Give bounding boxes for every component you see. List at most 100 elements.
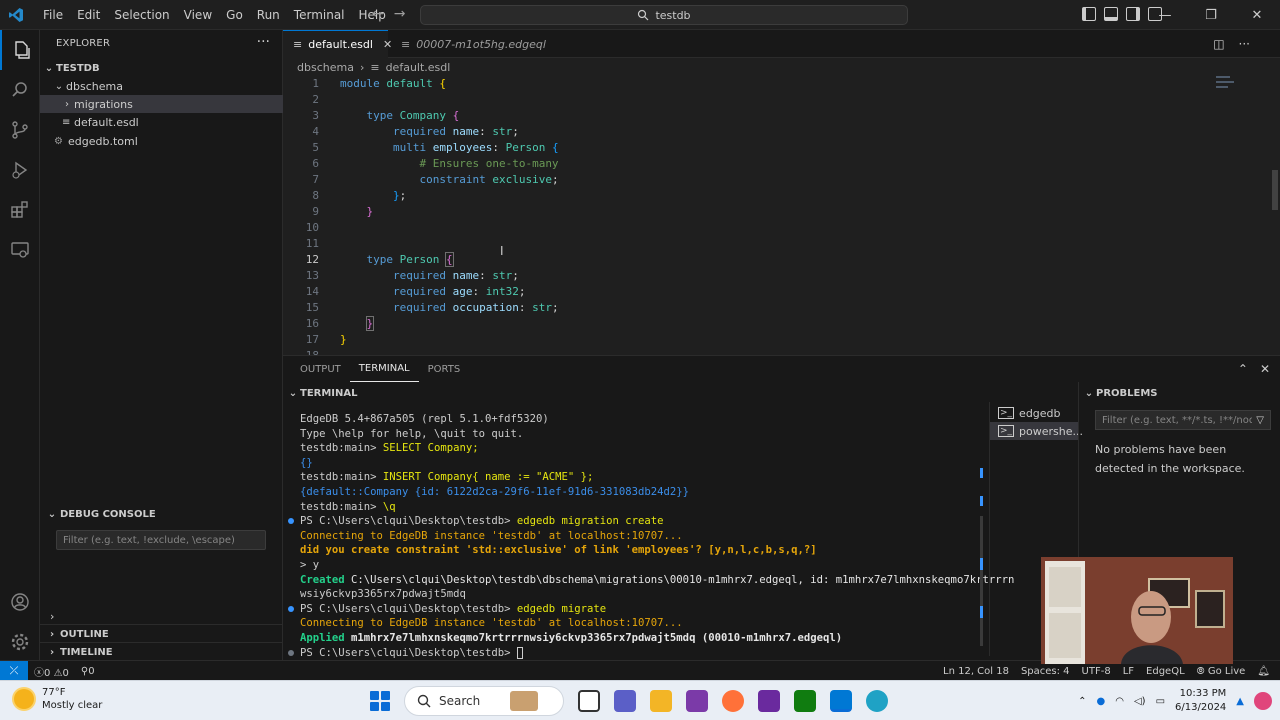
outline-header[interactable]: › OUTLINE bbox=[40, 624, 283, 644]
toggle-panel-icon[interactable] bbox=[1104, 7, 1118, 21]
timeline-header[interactable]: › TIMELINE bbox=[40, 642, 283, 662]
maximize-panel-icon[interactable]: ⌃ bbox=[1238, 362, 1248, 376]
debug-console-filter-input[interactable]: Filter (e.g. text, !exclude, \escape) bbox=[56, 530, 266, 550]
tree-item-label: dbschema bbox=[66, 79, 123, 93]
forward-arrow-icon[interactable]: → bbox=[394, 6, 406, 22]
language-mode[interactable]: EdgeQL bbox=[1146, 666, 1185, 677]
terminal-line: Connecting to EdgeDB instance 'testdb' a… bbox=[300, 529, 683, 542]
search-activity-icon[interactable] bbox=[0, 70, 40, 110]
close-window-icon[interactable]: ✕ bbox=[1234, 0, 1280, 30]
terminal-instance-label: powershe... bbox=[1019, 424, 1084, 438]
menu-file[interactable]: File bbox=[36, 8, 70, 22]
chevron-right-icon[interactable]: › bbox=[50, 610, 54, 623]
xbox-icon[interactable] bbox=[794, 690, 816, 712]
microphone-icon[interactable]: ● bbox=[1097, 696, 1106, 707]
end-of-line[interactable]: LF bbox=[1123, 666, 1134, 677]
tab-ports[interactable]: PORTS bbox=[419, 356, 470, 382]
explorer-title: EXPLORER bbox=[56, 38, 111, 49]
problems-filter-placeholder: Filter (e.g. text, **/*.ts, !**/nod... bbox=[1102, 414, 1252, 426]
remote-explorer-icon[interactable] bbox=[0, 230, 40, 270]
tree-item-default-esdl[interactable]: ≡ default.esdl bbox=[40, 113, 283, 131]
tray-chevron-up-icon[interactable]: ⌃ bbox=[1078, 696, 1086, 707]
notifications-bell-icon[interactable]: 🔔︎ bbox=[1257, 666, 1270, 677]
terminal-output[interactable]: EdgeDB 5.4+867a505 (repl 5.1.0+fdf5320) … bbox=[283, 404, 1014, 659]
task-view-icon[interactable] bbox=[578, 690, 600, 712]
text-cursor-icon: I bbox=[500, 244, 504, 258]
tree-item-migrations[interactable]: › migrations bbox=[40, 95, 283, 113]
remote-indicator-icon[interactable]: ⤫ bbox=[0, 661, 28, 681]
file-explorer-icon[interactable] bbox=[650, 690, 672, 712]
toggle-secondary-sidebar-icon[interactable] bbox=[1126, 7, 1140, 21]
tab-default-esdl[interactable]: ≡ default.esdl ✕ bbox=[283, 30, 392, 58]
app-purple-icon[interactable] bbox=[686, 690, 708, 712]
filter-icon[interactable]: ▽ bbox=[1256, 415, 1264, 426]
source-control-icon[interactable] bbox=[0, 110, 40, 150]
indentation[interactable]: Spaces: 4 bbox=[1021, 666, 1070, 677]
editor-scrollbar[interactable] bbox=[1272, 170, 1278, 210]
copilot-icon[interactable] bbox=[1254, 692, 1272, 710]
menu-selection[interactable]: Selection bbox=[107, 8, 176, 22]
explorer-activity-icon[interactable] bbox=[0, 30, 40, 70]
command-decoration-icon[interactable] bbox=[288, 605, 294, 612]
menu-terminal[interactable]: Terminal bbox=[287, 8, 352, 22]
tab-edgeql-migration[interactable]: ≡ 00007-m1ot5hg.edgeql bbox=[391, 30, 556, 58]
debug-console-header[interactable]: ⌄ DEBUG CONSOLE bbox=[40, 504, 283, 524]
terminal-instance-edgedb[interactable]: >_ edgedb bbox=[990, 404, 1078, 422]
split-editor-icon[interactable]: ◫ bbox=[1213, 37, 1224, 51]
terminal-section-header[interactable]: ⌄ TERMINAL bbox=[283, 384, 1078, 402]
terminal-line: testdb:main> SELECT Company; bbox=[300, 442, 479, 455]
command-decoration-icon[interactable] bbox=[288, 649, 294, 656]
code-editor[interactable]: 1 module default { 2 3 type Company { 4 r… bbox=[283, 76, 1280, 355]
terminal-instance-powershell[interactable]: >_ powershe... bbox=[990, 422, 1083, 440]
problems-header[interactable]: ⌄ PROBLEMS bbox=[1079, 384, 1158, 402]
clock[interactable]: 10:33 PM 6/13/2024 bbox=[1175, 687, 1226, 715]
more-actions-icon[interactable]: ··· bbox=[1239, 37, 1250, 51]
workspace-root[interactable]: ⌄ TESTDB bbox=[40, 59, 283, 77]
timeline-title: TIMELINE bbox=[60, 647, 113, 658]
extensions-icon[interactable] bbox=[0, 190, 40, 230]
minimap[interactable] bbox=[1216, 76, 1240, 96]
encoding[interactable]: UTF-8 bbox=[1082, 666, 1111, 677]
command-decoration-icon[interactable] bbox=[288, 518, 294, 524]
edge-icon[interactable] bbox=[866, 690, 888, 712]
breadcrumb-file[interactable]: default.esdl bbox=[386, 61, 451, 74]
terminal-cursor bbox=[516, 646, 523, 659]
more-actions-icon[interactable]: ··· bbox=[257, 34, 270, 50]
breadcrumb-folder[interactable]: dbschema bbox=[297, 61, 354, 74]
tree-item-edgedb-toml[interactable]: ⚙ edgedb.toml bbox=[40, 132, 283, 150]
weather-widget[interactable]: 77°F Mostly clear bbox=[14, 686, 102, 712]
toggle-primary-sidebar-icon[interactable] bbox=[1082, 7, 1096, 21]
code-line: 4 required name: str; bbox=[312, 125, 519, 138]
problems-status[interactable]: ⓧ0 ⚠0 bbox=[34, 664, 69, 679]
restore-icon[interactable]: ❐ bbox=[1188, 0, 1234, 30]
tab-terminal[interactable]: TERMINAL bbox=[349, 356, 419, 382]
accounts-icon[interactable] bbox=[0, 582, 40, 622]
menu-run[interactable]: Run bbox=[250, 8, 287, 22]
wifi-icon[interactable]: ◠ bbox=[1115, 696, 1124, 707]
teams-icon[interactable] bbox=[614, 690, 636, 712]
run-debug-icon[interactable] bbox=[0, 150, 40, 190]
ports-status[interactable]: ⚲0 bbox=[81, 666, 95, 677]
cursor-position[interactable]: Ln 12, Col 18 bbox=[943, 666, 1009, 677]
back-arrow-icon[interactable]: ← bbox=[372, 6, 384, 22]
battery-icon[interactable]: ▭ bbox=[1156, 696, 1165, 707]
notification-bell-icon[interactable]: ▲ bbox=[1236, 696, 1244, 707]
settings-gear-icon[interactable] bbox=[0, 622, 40, 662]
volume-icon[interactable]: ◁) bbox=[1134, 696, 1146, 707]
close-panel-icon[interactable]: ✕ bbox=[1260, 362, 1270, 376]
menu-view[interactable]: View bbox=[177, 8, 219, 22]
minimize-icon[interactable]: — bbox=[1142, 0, 1188, 30]
clapper-app-icon[interactable] bbox=[758, 690, 780, 712]
problems-filter-input[interactable]: Filter (e.g. text, **/*.ts, !**/nod... ▽ bbox=[1095, 410, 1271, 430]
windows-start-icon[interactable] bbox=[370, 691, 390, 711]
go-live-button[interactable]: ⦾ Go Live bbox=[1197, 666, 1246, 677]
tab-output[interactable]: OUTPUT bbox=[291, 356, 350, 382]
chevron-right-icon: › bbox=[49, 629, 55, 640]
tree-item-dbschema[interactable]: ⌄ dbschema bbox=[40, 77, 283, 95]
taskbar-search[interactable]: Search bbox=[404, 686, 564, 716]
firefox-icon[interactable] bbox=[722, 690, 744, 712]
menu-go[interactable]: Go bbox=[219, 8, 250, 22]
vscode-taskbar-icon[interactable] bbox=[830, 690, 852, 712]
menu-edit[interactable]: Edit bbox=[70, 8, 107, 22]
command-center-search[interactable]: testdb bbox=[420, 5, 908, 25]
